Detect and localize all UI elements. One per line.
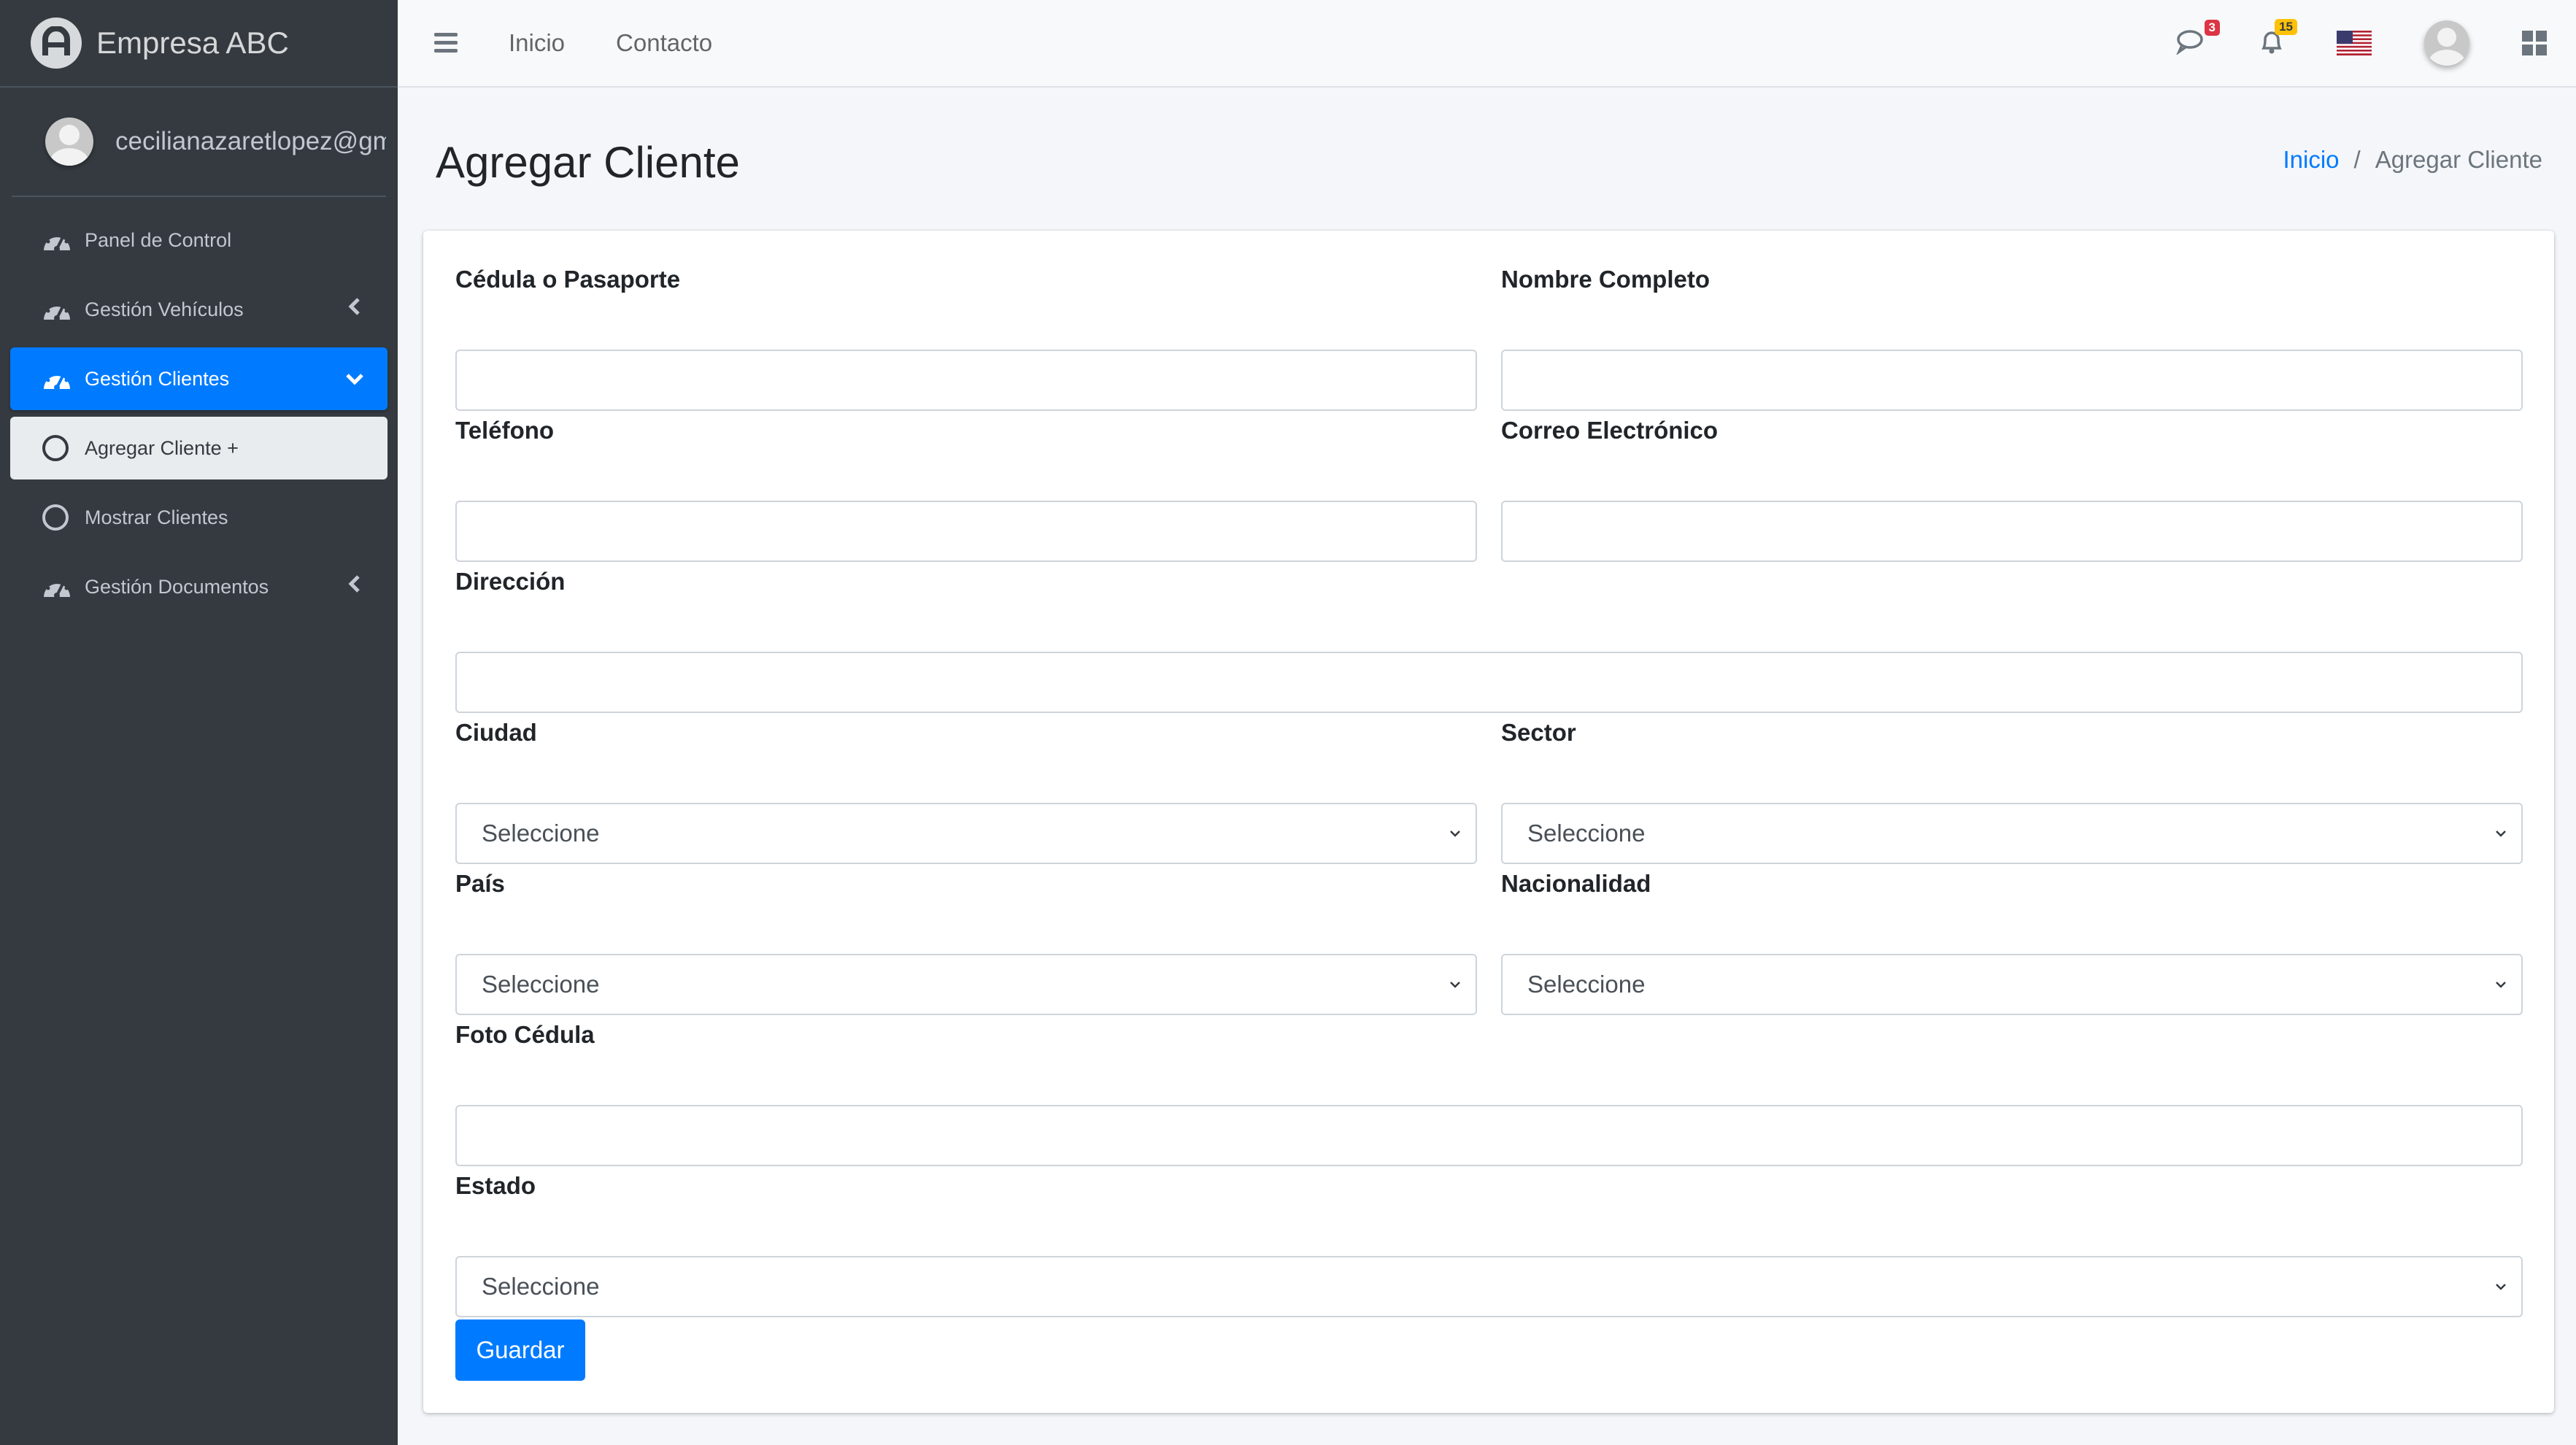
brand-name: Empresa ABC <box>96 26 289 60</box>
foto-cedula-input[interactable] <box>455 1105 2523 1166</box>
estado-group: Estado Seleccione <box>455 1172 2523 1318</box>
correo-group: Correo Electrónico <box>1501 417 2523 563</box>
messages-dropdown[interactable]: 3 <box>2175 19 2220 58</box>
pais-label: País <box>455 870 505 897</box>
foto-cedula-label: Foto Cédula <box>455 1021 595 1048</box>
estado-select[interactable]: Seleccione <box>455 1256 2523 1317</box>
save-button[interactable]: Guardar <box>455 1319 585 1381</box>
sidebar-item-agregar-cliente[interactable]: Agregar Cliente + <box>10 417 387 479</box>
nav-link-contacto[interactable]: Contacto <box>616 29 712 57</box>
user-menu[interactable] <box>2424 20 2469 66</box>
chevron-left-icon <box>344 297 366 322</box>
main-sidebar: Empresa ABC cecilianazaretlopez@gmail Pa… <box>0 0 398 1445</box>
sidebar-item-mostrar-clientes[interactable]: Mostrar Clientes <box>10 486 387 549</box>
ciudad-label: Ciudad <box>455 719 537 746</box>
nacionalidad-select[interactable]: Seleccione <box>1501 954 2523 1015</box>
direccion-input[interactable] <box>455 652 2523 713</box>
chevron-down-icon <box>2496 1284 2506 1290</box>
chevron-down-icon <box>344 366 366 391</box>
estado-label: Estado <box>455 1172 536 1199</box>
ciudad-select[interactable]: Seleccione <box>455 803 1477 864</box>
nacionalidad-select-value: Seleccione <box>1527 971 1646 998</box>
navbar-right: 3 15 <box>2124 18 2547 66</box>
tachometer-icon <box>41 226 74 255</box>
user-panel[interactable]: cecilianazaretlopez@gmail <box>12 88 386 197</box>
breadcrumb-current: Agregar Cliente <box>2375 146 2542 173</box>
sidebar-item-panel-de-control[interactable]: Panel de Control <box>10 209 387 271</box>
sector-group: Sector Seleccione <box>1501 719 2523 865</box>
sidebar-item-label: Panel de Control <box>85 228 232 251</box>
breadcrumb-home-link[interactable]: Inicio <box>2283 146 2339 174</box>
user-avatar <box>45 117 93 166</box>
cedula-label: Cédula o Pasaporte <box>455 266 681 293</box>
sidebar-item-label: Gestión Documentos <box>85 575 269 598</box>
chevron-down-icon <box>1450 831 1460 837</box>
brand-link[interactable]: Empresa ABC <box>0 0 398 88</box>
notifications-badge: 15 <box>2275 18 2297 35</box>
pais-select-value: Seleccione <box>482 971 600 998</box>
chevron-down-icon <box>2496 831 2506 837</box>
nacionalidad-group: Nacionalidad Seleccione <box>1501 870 2523 1016</box>
circle-icon <box>41 503 74 532</box>
foto-cedula-group: Foto Cédula <box>455 1021 2523 1167</box>
chevron-down-icon <box>1450 982 1460 988</box>
correo-label: Correo Electrónico <box>1501 417 1719 444</box>
sidebar-item-gestion-vehiculos[interactable]: Gestión Vehículos <box>10 278 387 341</box>
nav-link-inicio[interactable]: Inicio <box>509 29 565 57</box>
tachometer-icon <box>41 364 74 393</box>
chevron-left-icon <box>344 574 366 599</box>
sidebar-item-gestion-documentos[interactable]: Gestión Documentos <box>10 555 387 618</box>
pais-group: País Seleccione <box>455 870 1477 1016</box>
sector-select-value: Seleccione <box>1527 820 1646 847</box>
nombre-label: Nombre Completo <box>1501 266 1711 293</box>
menu-toggle-icon[interactable] <box>434 33 458 53</box>
sidebar-item-label: Gestión Clientes <box>85 367 230 390</box>
correo-input[interactable] <box>1501 501 2523 562</box>
sidebar-item-label: Agregar Cliente + <box>85 436 239 459</box>
ciudad-select-value: Seleccione <box>482 820 600 847</box>
cedula-input[interactable] <box>455 350 1477 411</box>
top-navbar: Inicio Contacto 3 15 <box>398 0 2576 88</box>
content-header: Agregar Cliente Inicio / Agregar Cliente <box>398 88 2576 230</box>
chevron-down-icon <box>2496 982 2506 988</box>
nacionalidad-label: Nacionalidad <box>1501 870 1651 897</box>
estado-select-value: Seleccione <box>482 1273 600 1300</box>
breadcrumb: Inicio / Agregar Cliente <box>2283 146 2542 174</box>
telefono-label: Teléfono <box>455 417 555 444</box>
pais-select[interactable]: Seleccione <box>455 954 1477 1015</box>
sidebar-nav: Panel de Control Gestión Vehículos Gesti… <box>0 197 398 636</box>
avatar <box>2424 20 2469 66</box>
comments-icon <box>2175 28 2207 58</box>
form-card: Cédula o Pasaporte Nombre Completo Teléf… <box>423 231 2554 1413</box>
direccion-group: Dirección <box>455 568 2523 714</box>
us-flag-icon <box>2337 31 2372 55</box>
control-sidebar-toggle[interactable] <box>2522 31 2547 55</box>
notifications-dropdown[interactable]: 15 <box>2259 18 2297 59</box>
user-email: cecilianazaretlopez@gmail <box>115 127 386 155</box>
nombre-input[interactable] <box>1501 350 2523 411</box>
sidebar-item-gestion-clientes[interactable]: Gestión Clientes <box>10 347 387 410</box>
circle-icon <box>41 434 74 463</box>
breadcrumb-separator: / <box>2353 146 2361 173</box>
tachometer-icon <box>41 295 74 324</box>
brand-logo-icon <box>31 18 82 69</box>
tachometer-icon <box>41 572 74 601</box>
sector-select[interactable]: Seleccione <box>1501 803 2523 864</box>
messages-badge: 3 <box>2204 19 2220 36</box>
grid-icon <box>2522 31 2547 55</box>
direccion-label: Dirección <box>455 568 566 595</box>
sector-label: Sector <box>1501 719 1576 746</box>
sidebar-item-label: Gestión Vehículos <box>85 298 244 320</box>
language-dropdown[interactable] <box>2337 31 2372 55</box>
nombre-group: Nombre Completo <box>1501 266 2523 412</box>
telefono-input[interactable] <box>455 501 1477 562</box>
cedula-group: Cédula o Pasaporte <box>455 266 1477 412</box>
page-title: Agregar Cliente <box>436 138 740 187</box>
ciudad-group: Ciudad Seleccione <box>455 719 1477 865</box>
sidebar-item-label: Mostrar Clientes <box>85 506 228 528</box>
telefono-group: Teléfono <box>455 417 1477 563</box>
